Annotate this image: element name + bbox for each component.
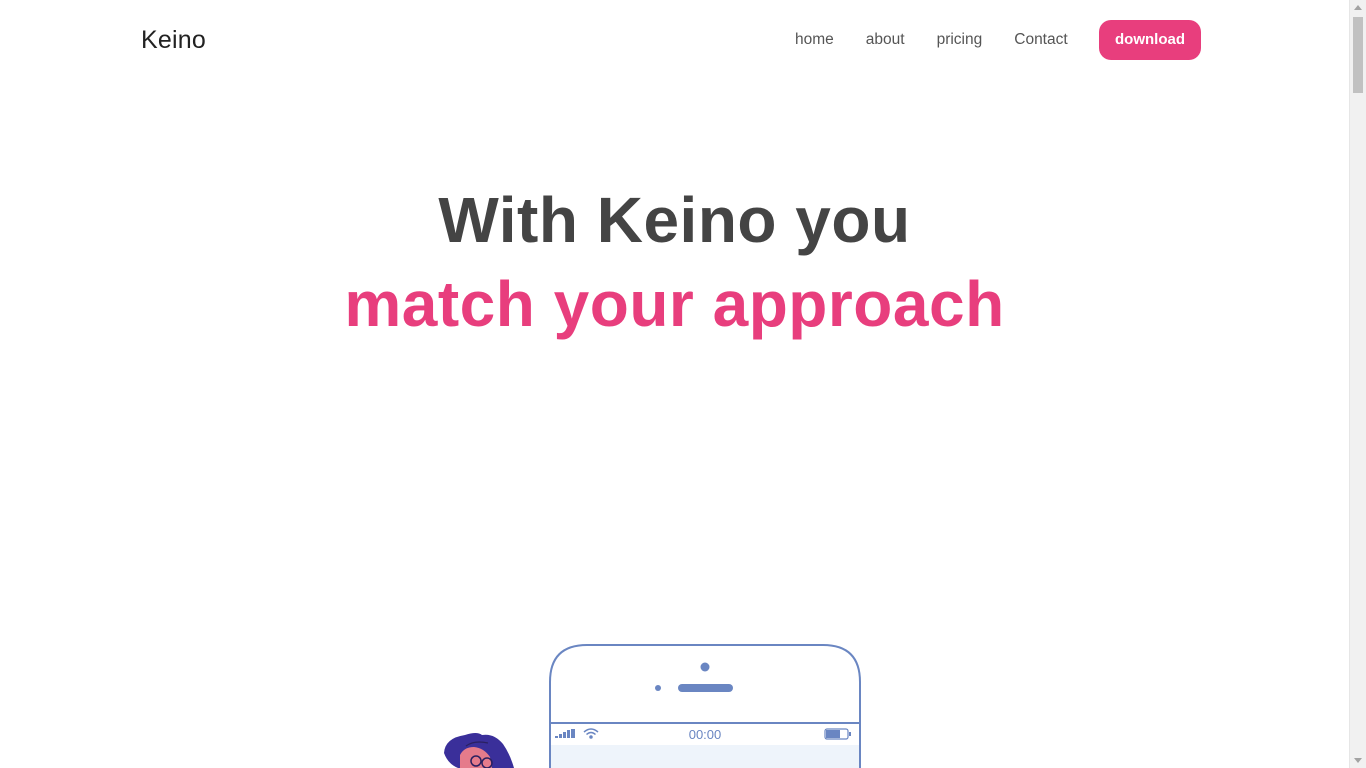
phone-speaker: [678, 684, 733, 692]
phone-camera: [700, 662, 710, 672]
character-illustration: [444, 733, 514, 768]
nav-link-contact[interactable]: Contact: [1014, 31, 1067, 49]
phone-screen-content: [551, 745, 859, 768]
scroll-up-icon[interactable]: [1354, 5, 1362, 10]
phone-sensor: [655, 685, 661, 691]
nav-link-pricing[interactable]: pricing: [937, 31, 983, 49]
scrollbar-thumb[interactable]: [1353, 17, 1363, 93]
phone-illustration: 00:00: [444, 644, 861, 768]
hero-title-line2: match your approach: [344, 268, 1005, 340]
nav-link-about[interactable]: about: [866, 31, 905, 49]
navbar: Keino home about pricing Contact downloa…: [0, 0, 1349, 80]
scroll-down-icon[interactable]: [1354, 758, 1362, 763]
nav-link-home[interactable]: home: [795, 31, 834, 49]
hero-title-line1: With Keino you: [438, 184, 911, 256]
page: Keino home about pricing Contact downloa…: [0, 0, 1366, 768]
vertical-scrollbar[interactable]: [1349, 0, 1366, 768]
brand-logo[interactable]: Keino: [141, 24, 206, 56]
download-button[interactable]: download: [1099, 20, 1201, 60]
hero: With Keino you match your approach: [0, 178, 1349, 346]
hero-illustration: 00:00: [430, 640, 880, 768]
nav-links: home about pricing Contact: [779, 20, 1084, 60]
phone-time: 00:00: [689, 727, 722, 742]
